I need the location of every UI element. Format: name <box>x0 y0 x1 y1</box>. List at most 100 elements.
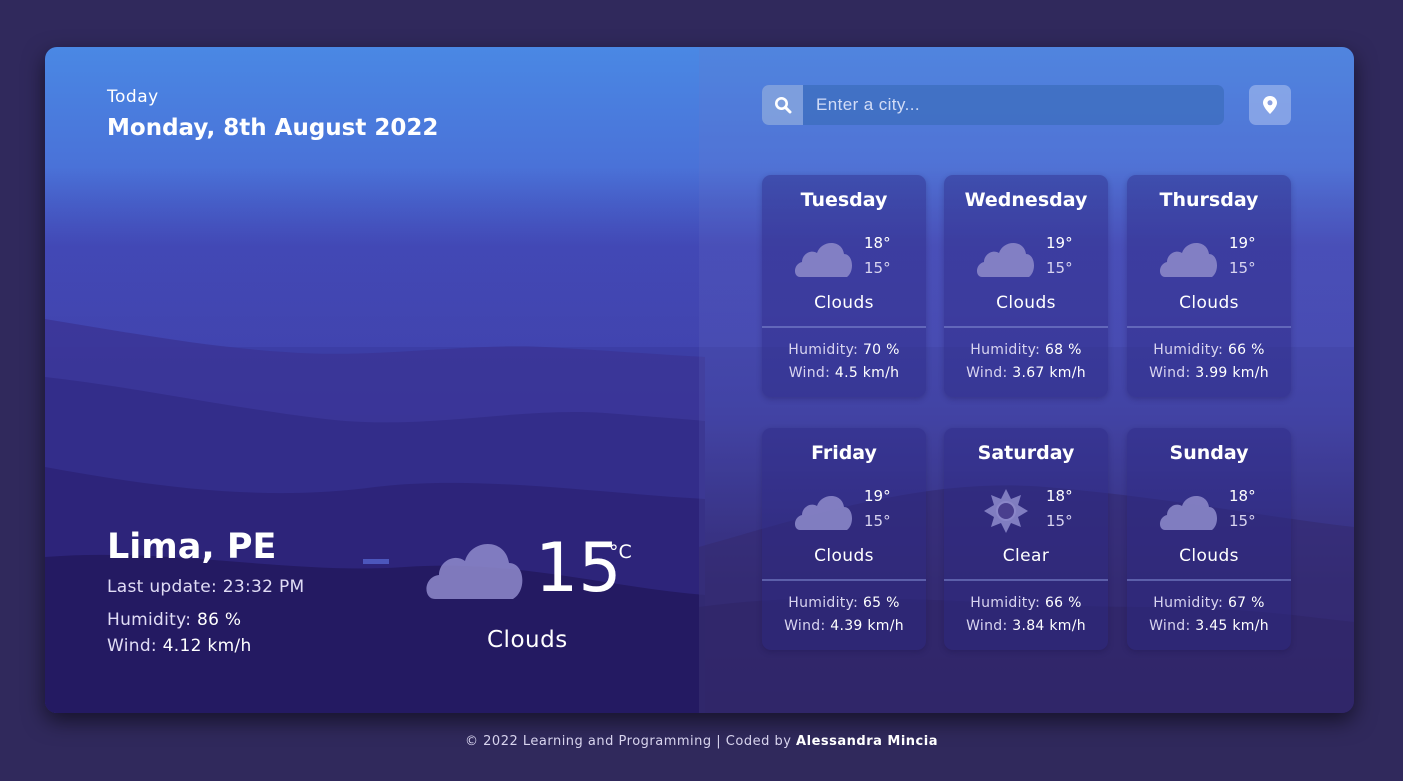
card-divider <box>1127 579 1291 581</box>
humidity-value: 67 % <box>1227 595 1265 611</box>
forecast-humidity: Humidity: 70 % <box>762 342 926 358</box>
wind-label: Wind: <box>1149 618 1191 634</box>
humidity-label: Humidity: <box>1153 595 1224 611</box>
wind-label: Wind: <box>107 636 157 656</box>
card-divider <box>1127 326 1291 328</box>
forecast-wind: Wind: 3.84 km/h <box>944 618 1108 634</box>
search-icon <box>774 97 791 114</box>
humidity-value: 66 % <box>1227 342 1265 358</box>
wind-value: 3.99 km/h <box>1195 365 1269 381</box>
forecast-card-tuesday: Tuesday 18° 15° Clouds Humidity: 70 % Wi… <box>762 175 926 397</box>
wind-value: 4.12 km/h <box>162 636 252 656</box>
forecast-humidity: Humidity: 68 % <box>944 342 1108 358</box>
city-name: Lima, PE <box>107 527 277 567</box>
forecast-condition: Clouds <box>1179 293 1239 313</box>
wind-label: Wind: <box>966 618 1008 634</box>
humidity-label: Humidity: <box>788 342 859 358</box>
footer-text: © 2022 Learning and Programming | Coded … <box>465 734 792 749</box>
cloud-icon <box>1159 496 1218 530</box>
location-pin-icon <box>1263 96 1277 114</box>
forecast-wind: Wind: 3.99 km/h <box>1127 365 1291 381</box>
forecast-max-temp: 18° <box>1229 487 1256 505</box>
card-divider <box>762 579 926 581</box>
temperature-unit: °C <box>609 541 632 563</box>
forecast-min-temp: 15° <box>864 259 891 277</box>
forecast-cards: Tuesday 18° 15° Clouds Humidity: 70 % Wi… <box>762 175 1292 655</box>
forecast-max-temp: 19° <box>864 487 891 505</box>
cloud-icon <box>794 496 853 530</box>
forecast-day: Saturday <box>977 442 1075 464</box>
forecast-condition: Clear <box>1002 546 1050 566</box>
wind-label: Wind: <box>784 618 826 634</box>
today-label: Today <box>107 87 159 107</box>
wind-label: Wind: <box>966 365 1008 381</box>
forecast-card-sunday: Sunday 18° 15° Clouds Humidity: 67 % Win… <box>1127 428 1291 650</box>
forecast-wind: Wind: 3.67 km/h <box>944 365 1108 381</box>
humidity-label: Humidity: <box>970 342 1041 358</box>
wind-value: 3.45 km/h <box>1195 618 1269 634</box>
city-search-input[interactable] <box>803 85 1224 125</box>
forecast-wind: Wind: 4.5 km/h <box>762 365 926 381</box>
page-footer: © 2022 Learning and Programming | Coded … <box>0 734 1403 749</box>
forecast-min-temp: 15° <box>864 512 891 530</box>
card-divider <box>944 326 1108 328</box>
humidity-value: 86 % <box>197 610 242 630</box>
forecast-condition: Clouds <box>996 293 1056 313</box>
current-wind: Wind: 4.12 km/h <box>107 636 252 656</box>
wind-value: 4.39 km/h <box>830 618 904 634</box>
forecast-min-temp: 15° <box>1046 512 1073 530</box>
forecast-humidity: Humidity: 66 % <box>1127 342 1291 358</box>
last-update-text: Last update: 23:32 PM <box>107 577 305 597</box>
forecast-card-wednesday: Wednesday 19° 15° Clouds Humidity: 68 % … <box>944 175 1108 397</box>
footer-author-link[interactable]: Alessandra Mincia <box>796 734 938 749</box>
card-divider <box>944 579 1108 581</box>
current-date: Monday, 8th August 2022 <box>107 115 439 141</box>
humidity-label: Humidity: <box>1153 342 1224 358</box>
forecast-day: Sunday <box>1169 442 1249 464</box>
sun-icon <box>984 489 1028 533</box>
forecast-max-temp: 18° <box>1046 487 1073 505</box>
wind-value: 3.84 km/h <box>1012 618 1086 634</box>
cloud-icon <box>794 243 853 277</box>
forecast-condition: Clouds <box>814 546 874 566</box>
humidity-label: Humidity: <box>107 610 192 630</box>
forecast-max-temp: 18° <box>864 234 891 252</box>
forecast-card-friday: Friday 19° 15° Clouds Humidity: 65 % Win… <box>762 428 926 650</box>
search-bar <box>762 85 1224 125</box>
humidity-value: 66 % <box>1044 595 1082 611</box>
humidity-label: Humidity: <box>788 595 859 611</box>
forecast-min-temp: 15° <box>1229 512 1256 530</box>
forecast-humidity: Humidity: 67 % <box>1127 595 1291 611</box>
humidity-value: 70 % <box>862 342 900 358</box>
forecast-max-temp: 19° <box>1046 234 1073 252</box>
wind-value: 3.67 km/h <box>1012 365 1086 381</box>
current-condition: Clouds <box>487 627 568 653</box>
forecast-card-thursday: Thursday 19° 15° Clouds Humidity: 66 % W… <box>1127 175 1291 397</box>
card-divider <box>762 326 926 328</box>
humidity-label: Humidity: <box>970 595 1041 611</box>
forecast-min-temp: 15° <box>1046 259 1073 277</box>
wind-value: 4.5 km/h <box>834 365 900 381</box>
current-location-button[interactable] <box>1249 85 1291 125</box>
cloud-icon <box>426 544 523 599</box>
humidity-value: 68 % <box>1044 342 1082 358</box>
current-weather-panel: Today Monday, 8th August 2022 Lima, PE L… <box>45 47 699 713</box>
forecast-panel: Tuesday 18° 15° Clouds Humidity: 70 % Wi… <box>699 47 1354 713</box>
humidity-value: 65 % <box>862 595 900 611</box>
forecast-day: Friday <box>811 442 877 464</box>
forecast-card-saturday: Saturday 18° 15° Clear Humidity: 66 % Wi… <box>944 428 1108 650</box>
forecast-day: Thursday <box>1159 189 1259 211</box>
forecast-condition: Clouds <box>814 293 874 313</box>
forecast-min-temp: 15° <box>1229 259 1256 277</box>
forecast-humidity: Humidity: 65 % <box>762 595 926 611</box>
wind-label: Wind: <box>1149 365 1191 381</box>
cloud-icon <box>976 243 1035 277</box>
forecast-max-temp: 19° <box>1229 234 1256 252</box>
forecast-day: Tuesday <box>800 189 888 211</box>
search-button[interactable] <box>762 85 803 125</box>
forecast-condition: Clouds <box>1179 546 1239 566</box>
forecast-wind: Wind: 3.45 km/h <box>1127 618 1291 634</box>
weather-app-card: Today Monday, 8th August 2022 Lima, PE L… <box>45 47 1354 713</box>
wind-label: Wind: <box>788 365 831 381</box>
current-humidity: Humidity: 86 % <box>107 610 241 630</box>
